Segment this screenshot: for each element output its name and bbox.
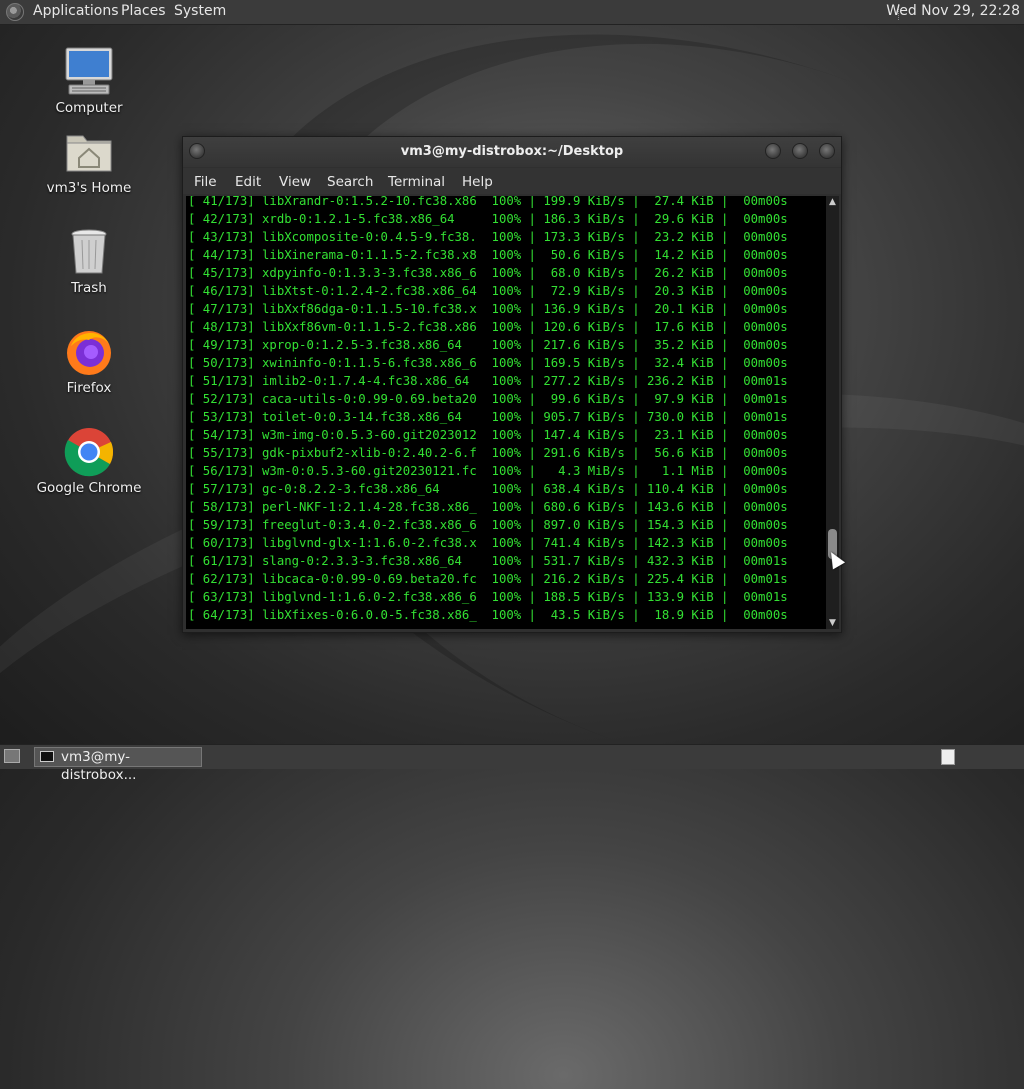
desktop-icon-label: Google Chrome xyxy=(36,480,142,496)
scroll-down-arrow-icon[interactable]: ▼ xyxy=(826,617,839,629)
bottom-panel: vm3@my-distrobox... xyxy=(0,744,1024,783)
terminal-line: [ 63/173] libglvnd-1:1.6.0-2.fc38.x86_6 … xyxy=(188,590,788,604)
terminal-line: [ 61/173] slang-0:2.3.3-3.fc38.x86_64 10… xyxy=(188,554,788,568)
desktop-icon-label: Firefox xyxy=(66,380,112,396)
distro-logo-icon[interactable] xyxy=(6,3,24,21)
terminal-output[interactable]: [ 41/173] libXrandr-0:1.5.2-10.fc38.x86 … xyxy=(186,196,826,629)
menu-view[interactable]: View xyxy=(279,174,311,190)
terminal-line: [ 55/173] gdk-pixbuf2-xlib-0:2.40.2-6.f … xyxy=(188,446,788,460)
clock[interactable]: Wed Nov 29, 22:28 xyxy=(886,3,1020,19)
workspace-switcher[interactable] xyxy=(941,749,955,765)
terminal-line: [ 46/173] libXtst-0:1.2.4-2.fc38.x86_64 … xyxy=(188,284,788,298)
menu-search[interactable]: Search xyxy=(327,174,373,190)
trash-icon xyxy=(63,226,115,278)
desktop-icon-firefox[interactable]: Firefox xyxy=(34,326,144,396)
window-title: vm3@my-distrobox:~/Desktop xyxy=(400,144,624,159)
terminal-menubar: File Edit View Search Terminal Help xyxy=(183,168,841,194)
terminal-line: [ 60/173] libglvnd-glx-1:1.6.0-2.fc38.x … xyxy=(188,536,788,550)
taskbar-label: vm3@my-distrobox... xyxy=(61,749,137,783)
desktop-icon-computer[interactable]: Computer xyxy=(34,46,144,116)
terminal-line: [ 56/173] w3m-0:0.5.3-60.git20230121.fc … xyxy=(188,464,788,478)
terminal-line: [ 51/173] imlib2-0:1.7.4-4.fc38.x86_64 1… xyxy=(188,374,788,388)
minimize-button[interactable] xyxy=(765,143,781,159)
home-folder-icon xyxy=(63,126,115,178)
terminal-line: [ 58/173] perl-NKF-1:2.1.4-28.fc38.x86_ … xyxy=(188,500,788,514)
desktop-icon-trash[interactable]: Trash xyxy=(34,226,144,296)
terminal-line: [ 53/173] toilet-0:0.3-14.fc38.x86_64 10… xyxy=(188,410,788,424)
terminal-line: [ 59/173] freeglut-0:3.4.0-2.fc38.x86_6 … xyxy=(188,518,788,532)
computer-icon xyxy=(63,46,115,98)
taskbar-terminal-button[interactable]: vm3@my-distrobox... xyxy=(34,747,202,783)
terminal-lines: [ 41/173] libXrandr-0:1.5.2-10.fc38.x86 … xyxy=(186,196,826,624)
terminal-window[interactable]: vm3@my-distrobox:~/Desktop File Edit Vie… xyxy=(182,136,842,633)
terminal-line: [ 48/173] libXxf86vm-0:1.1.5-2.fc38.x86 … xyxy=(188,320,788,334)
terminal-line: [ 64/173] libXfixes-0:6.0.0-5.fc38.x86_ … xyxy=(188,608,788,622)
window-menu-button[interactable] xyxy=(189,143,205,159)
terminal-line: [ 57/173] gc-0:8.2.2-3.fc38.x86_64 100% … xyxy=(188,482,788,496)
desktop-icon-label: vm3's Home xyxy=(46,180,132,196)
terminal-line: [ 44/173] libXinerama-0:1.1.5-2.fc38.x8 … xyxy=(188,248,788,262)
terminal-line: [ 47/173] libXxf86dga-0:1.1.5-10.fc38.x … xyxy=(188,302,788,316)
terminal-icon xyxy=(40,751,54,762)
show-desktop-button[interactable] xyxy=(4,749,20,763)
places-menu[interactable]: Places xyxy=(121,3,166,19)
menu-file[interactable]: File xyxy=(194,174,217,190)
terminal-line: [ 54/173] w3m-img-0:0.5.3-60.git2023012 … xyxy=(188,428,788,442)
applications-menu[interactable]: Applications xyxy=(33,3,119,19)
scroll-up-arrow-icon[interactable]: ▲ xyxy=(826,196,839,208)
terminal-line: [ 50/173] xwininfo-0:1.1.5-6.fc38.x86_6 … xyxy=(188,356,788,370)
firefox-icon xyxy=(63,326,115,378)
chrome-icon xyxy=(63,426,115,478)
desktop-icon-home[interactable]: vm3's Home xyxy=(34,126,144,196)
menu-edit[interactable]: Edit xyxy=(235,174,261,190)
terminal-line: [ 43/173] libXcomposite-0:0.4.5-9.fc38. … xyxy=(188,230,788,244)
system-menu[interactable]: System xyxy=(174,3,226,19)
terminal-line: [ 49/173] xprop-0:1.2.5-3.fc38.x86_64 10… xyxy=(188,338,788,352)
top-panel: Applications Places System Wed Nov 29, 2… xyxy=(0,0,1024,25)
desktop-icon-label: Computer xyxy=(55,100,123,116)
desktop-icon-label: Trash xyxy=(71,280,107,296)
menu-terminal[interactable]: Terminal xyxy=(388,174,445,190)
menu-help[interactable]: Help xyxy=(462,174,493,190)
maximize-button[interactable] xyxy=(792,143,808,159)
terminal-line: [ 52/173] caca-utils-0:0.99-0.69.beta20 … xyxy=(188,392,788,406)
window-titlebar[interactable]: vm3@my-distrobox:~/Desktop xyxy=(183,137,841,167)
terminal-line: [ 41/173] libXrandr-0:1.5.2-10.fc38.x86 … xyxy=(188,196,788,208)
close-button[interactable] xyxy=(819,143,835,159)
terminal-line: [ 42/173] xrdb-0:1.2.1-5.fc38.x86_64 100… xyxy=(188,212,788,226)
terminal-line: [ 45/173] xdpyinfo-0:1.3.3-3.fc38.x86_6 … xyxy=(188,266,788,280)
terminal-line: [ 62/173] libcaca-0:0.99-0.69.beta20.fc … xyxy=(188,572,788,586)
desktop-icon-chrome[interactable]: Google Chrome xyxy=(34,426,144,496)
